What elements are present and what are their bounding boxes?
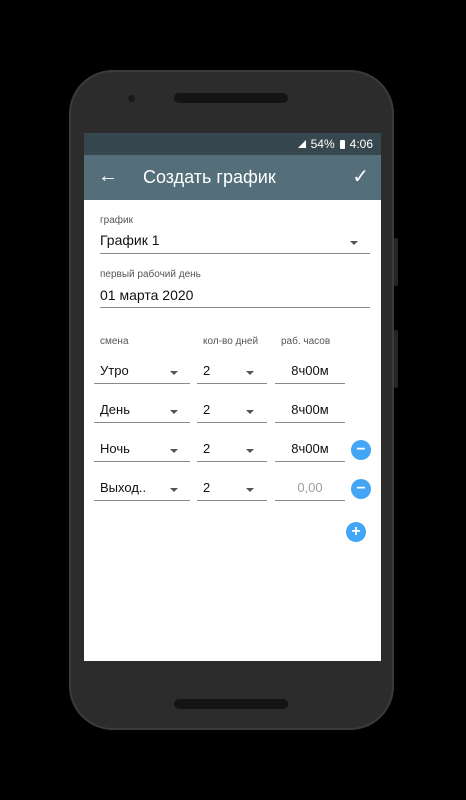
page-title: Создать график xyxy=(143,167,276,187)
volume-button xyxy=(394,238,398,286)
days-select[interactable]: 2 xyxy=(203,441,210,456)
schedule-label: график xyxy=(100,215,133,226)
app-bar: ← Создать график ✓ xyxy=(84,155,381,200)
screen: 54% 4:06 ← Создать график ✓ график Графи… xyxy=(84,133,381,661)
hours-field[interactable]: 8ч00м xyxy=(275,402,345,417)
schedule-underline xyxy=(100,253,370,254)
chevron-down-icon[interactable] xyxy=(246,371,254,375)
check-icon[interactable]: ✓ xyxy=(352,164,369,189)
days-underline xyxy=(197,422,267,423)
front-camera xyxy=(128,95,135,102)
status-bar: 54% 4:06 xyxy=(84,133,381,155)
first-day-label: первый рабочий день xyxy=(100,269,201,280)
schedule-select[interactable]: График 1 xyxy=(100,232,160,248)
chevron-down-icon[interactable] xyxy=(170,488,178,492)
hours-field[interactable]: 8ч00м xyxy=(275,363,345,378)
shift-underline xyxy=(94,383,190,384)
shift-header: смена xyxy=(100,336,129,347)
days-select[interactable]: 2 xyxy=(203,402,210,417)
chevron-down-icon[interactable] xyxy=(170,449,178,453)
shift-select[interactable]: Выход.. xyxy=(100,480,146,495)
hours-underline xyxy=(275,422,345,423)
days-underline xyxy=(197,500,267,501)
add-row-icon[interactable]: + xyxy=(346,522,366,542)
remove-row-icon[interactable]: − xyxy=(351,479,371,499)
hours-underline xyxy=(275,500,345,501)
chevron-down-icon[interactable] xyxy=(246,410,254,414)
days-select[interactable]: 2 xyxy=(203,480,210,495)
hours-underline xyxy=(275,461,345,462)
first-day-field[interactable]: 01 марта 2020 xyxy=(100,287,193,303)
shift-underline xyxy=(94,422,190,423)
chevron-down-icon[interactable] xyxy=(170,410,178,414)
chevron-down-icon[interactable] xyxy=(246,488,254,492)
hours-field[interactable]: 8ч00м xyxy=(275,441,345,456)
shift-select[interactable]: День xyxy=(100,402,130,417)
top-speaker xyxy=(174,93,288,103)
days-select[interactable]: 2 xyxy=(203,363,210,378)
arrow-back-icon[interactable]: ← xyxy=(98,165,118,187)
chevron-down-icon[interactable] xyxy=(350,241,358,245)
hours-underline xyxy=(275,383,345,384)
days-header: кол-во дней xyxy=(203,336,259,347)
battery-percent: 54% xyxy=(310,137,335,151)
shift-select[interactable]: Ночь xyxy=(100,441,130,456)
hours-field[interactable]: 0,00 xyxy=(275,480,345,495)
days-underline xyxy=(197,383,267,384)
first-day-underline xyxy=(100,307,370,308)
chevron-down-icon[interactable] xyxy=(170,371,178,375)
days-underline xyxy=(197,461,267,462)
remove-row-icon[interactable]: − xyxy=(351,440,371,460)
power-button xyxy=(394,330,398,388)
shift-underline xyxy=(94,461,190,462)
clock: 4:06 xyxy=(349,137,373,151)
bottom-speaker xyxy=(174,699,288,709)
battery-icon xyxy=(339,139,345,149)
chevron-down-icon[interactable] xyxy=(246,449,254,453)
signal-icon xyxy=(297,140,306,148)
hours-header: раб. часов xyxy=(281,336,331,347)
shift-select[interactable]: Утро xyxy=(100,363,129,378)
shift-underline xyxy=(94,500,190,501)
